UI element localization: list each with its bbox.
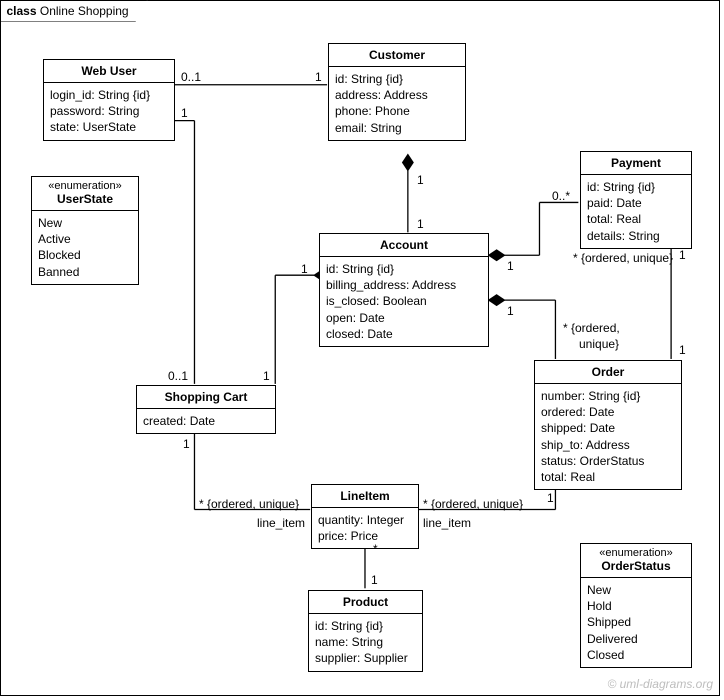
mult-label: 1 (301, 262, 308, 276)
class-account: Account id: String {id} billing_address:… (319, 233, 489, 347)
attr: total: Real (541, 469, 675, 485)
credit-text: © uml-diagrams.org (607, 677, 713, 691)
attr: closed: Date (326, 326, 482, 342)
class-body: New Hold Shipped Delivered Closed (581, 578, 691, 667)
mult-label: 1 (679, 248, 686, 262)
stereotype: «enumeration» (581, 544, 691, 559)
attr: paid: Date (587, 195, 685, 211)
mult-label: 0..1 (181, 70, 201, 84)
literal: Banned (38, 264, 132, 280)
attr: email: String (335, 120, 459, 136)
mult-label: 0..1 (168, 369, 188, 383)
mult-label: * (373, 542, 378, 556)
attr: ordered: Date (541, 404, 675, 420)
mult-label: 1 (417, 217, 424, 231)
mult-label: 1 (547, 491, 554, 505)
class-title: Payment (581, 152, 691, 175)
constraint-label: * {ordered, unique} (573, 251, 673, 265)
class-body: login_id: String {id} password: String s… (44, 83, 174, 140)
class-shopping-cart: Shopping Cart created: Date (136, 385, 276, 434)
attr: id: String {id} (587, 179, 685, 195)
class-title: Product (309, 591, 422, 614)
class-customer: Customer id: String {id} address: Addres… (328, 43, 466, 141)
attr: details: String (587, 228, 685, 244)
constraint-label: * {ordered, unique} (199, 497, 299, 511)
attr: status: OrderStatus (541, 453, 675, 469)
class-title: OrderStatus (581, 559, 691, 577)
enum-user-state: «enumeration» UserState New Active Block… (31, 176, 139, 285)
class-payment: Payment id: String {id} paid: Date total… (580, 151, 692, 249)
class-title: Shopping Cart (137, 386, 275, 409)
literal: Delivered (587, 631, 685, 647)
mult-label: 0..* (552, 189, 570, 203)
class-body: number: String {id} ordered: Date shippe… (535, 384, 681, 489)
class-product: Product id: String {id} name: String sup… (308, 590, 423, 672)
literal: New (587, 582, 685, 598)
stereotype: «enumeration» (32, 177, 138, 192)
enum-order-status: «enumeration» OrderStatus New Hold Shipp… (580, 543, 692, 668)
class-body: created: Date (137, 409, 275, 433)
class-title: Web User (44, 60, 174, 83)
class-line-item: LineItem quantity: Integer price: Price (311, 484, 419, 549)
attr: id: String {id} (335, 71, 459, 87)
attr: billing_address: Address (326, 277, 482, 293)
attr: login_id: String {id} (50, 87, 168, 103)
attr: id: String {id} (326, 261, 482, 277)
literal: Active (38, 231, 132, 247)
constraint-label: * {ordered, (563, 321, 620, 335)
mult-label: 1 (371, 573, 378, 587)
class-title: Account (320, 234, 488, 257)
attr: created: Date (143, 413, 269, 429)
role-label: line_item (257, 516, 305, 530)
mult-label: 1 (315, 70, 322, 84)
class-body: id: String {id} billing_address: Address… (320, 257, 488, 346)
attr: name: String (315, 634, 416, 650)
attr: shipped: Date (541, 420, 675, 436)
attr: address: Address (335, 87, 459, 103)
frame-kind: class (7, 4, 37, 18)
role-label: line_item (423, 516, 471, 530)
class-body: id: String {id} name: String supplier: S… (309, 614, 422, 671)
attr: supplier: Supplier (315, 650, 416, 666)
attr: number: String {id} (541, 388, 675, 404)
attr: phone: Phone (335, 103, 459, 119)
literal: Blocked (38, 247, 132, 263)
attr: quantity: Integer (318, 512, 412, 528)
class-body: id: String {id} address: Address phone: … (329, 67, 465, 140)
attr: ship_to: Address (541, 437, 675, 453)
attr: price: Price (318, 528, 412, 544)
class-title: Order (535, 361, 681, 384)
attr: open: Date (326, 310, 482, 326)
frame-header: class Online Shopping (0, 0, 148, 22)
mult-label: 1 (263, 369, 270, 383)
class-title: Customer (329, 44, 465, 67)
attr: is_closed: Boolean (326, 293, 482, 309)
mult-label: 1 (181, 106, 188, 120)
class-body: New Active Blocked Banned (32, 211, 138, 284)
literal: Closed (587, 647, 685, 663)
mult-label: 1 (183, 437, 190, 451)
literal: Hold (587, 598, 685, 614)
class-web-user: Web User login_id: String {id} password:… (43, 59, 175, 141)
attr: password: String (50, 103, 168, 119)
diagram-frame: class Online Shopping (0, 0, 720, 696)
frame-title: Online Shopping (40, 4, 129, 18)
class-body: id: String {id} paid: Date total: Real d… (581, 175, 691, 248)
literal: Shipped (587, 614, 685, 630)
class-body: quantity: Integer price: Price (312, 508, 418, 548)
constraint-label: * {ordered, unique} (423, 497, 523, 511)
attr: state: UserState (50, 119, 168, 135)
mult-label: 1 (679, 343, 686, 357)
literal: New (38, 215, 132, 231)
mult-label: 1 (507, 259, 514, 273)
class-order: Order number: String {id} ordered: Date … (534, 360, 682, 490)
attr: id: String {id} (315, 618, 416, 634)
constraint-label: unique} (579, 337, 619, 351)
mult-label: 1 (507, 304, 514, 318)
class-title: UserState (32, 192, 138, 210)
class-title: LineItem (312, 485, 418, 508)
mult-label: 1 (417, 173, 424, 187)
attr: total: Real (587, 211, 685, 227)
